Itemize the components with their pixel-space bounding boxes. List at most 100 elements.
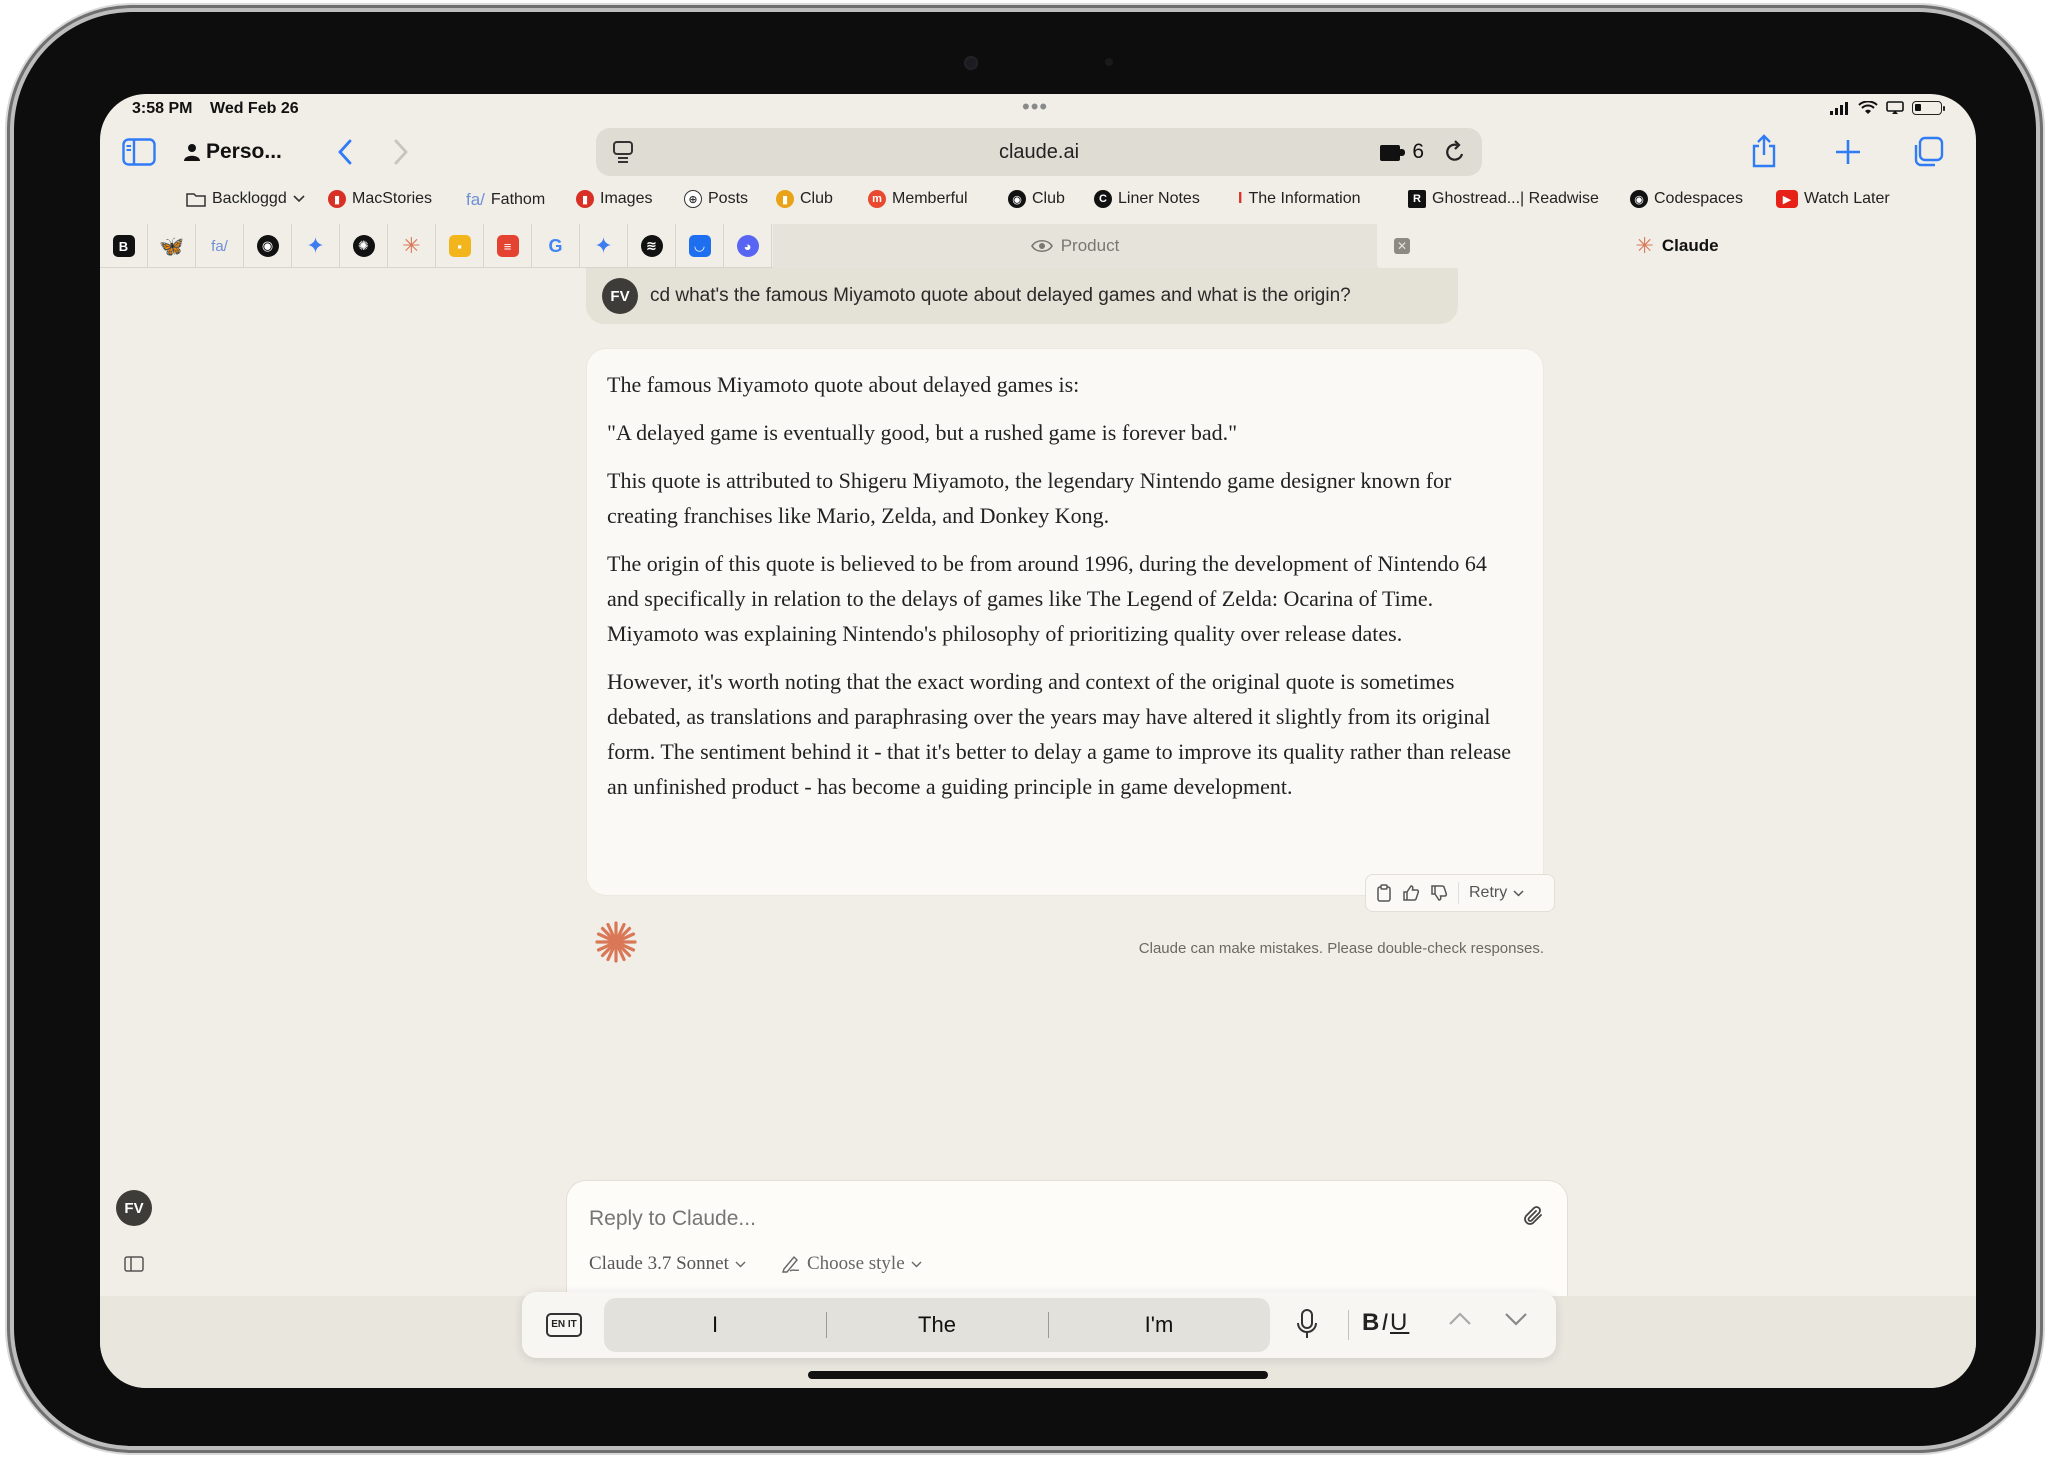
language-switch-button[interactable]: EN IT	[546, 1313, 582, 1337]
microphone-icon[interactable]	[1296, 1308, 1318, 1340]
app-icon: ◡	[688, 235, 711, 257]
pinned-tab-backloggd[interactable]: B	[100, 224, 148, 268]
reply-paragraph: This quote is attributed to Shigeru Miya…	[607, 468, 1452, 528]
chevron-right-icon	[394, 139, 408, 165]
pinned-tab-gemini[interactable]: ✦	[292, 224, 340, 268]
tabs-icon	[1914, 136, 1944, 167]
tab-overview-button[interactable]	[1912, 136, 1944, 168]
pinned-tab-google[interactable]: G	[532, 224, 580, 268]
favorite-club-github[interactable]: ◉ Club	[1008, 190, 1065, 208]
pinned-tab-bluesky[interactable]: 🦋	[148, 224, 196, 268]
model-selector[interactable]: Claude 3.7 Sonnet	[589, 1253, 746, 1275]
thumbs-up-icon[interactable]	[1402, 884, 1420, 902]
pinned-tab-app[interactable]: ◡	[676, 224, 724, 268]
extensions-button[interactable]: 6	[1380, 140, 1424, 164]
pinned-tab-todoist[interactable]: ≡	[484, 224, 532, 268]
favorite-images[interactable]: ▮ Images	[576, 190, 652, 208]
favorite-club[interactable]: ▮ Club	[776, 190, 833, 208]
retry-label: Retry	[1469, 884, 1508, 901]
reply-paragraph: The famous Miyamoto quote about delayed …	[607, 372, 1080, 397]
favorite-memberful[interactable]: m Memberful	[868, 190, 968, 208]
favorite-watch-later[interactable]: ▶ Watch Later	[1776, 190, 1890, 208]
new-tab-button[interactable]	[1834, 138, 1862, 166]
pinned-tab-github[interactable]: ◉	[244, 224, 292, 268]
favorite-codespaces[interactable]: ◉ Codespaces	[1630, 190, 1743, 208]
sparkle-icon: ✦	[306, 233, 325, 258]
pinned-tab-discord[interactable]: ◕	[724, 224, 772, 268]
screen-mirroring-icon	[1886, 101, 1904, 114]
battery-icon	[1912, 101, 1945, 115]
text-format-button[interactable]: BIU	[1362, 1309, 1409, 1337]
favorite-fathom[interactable]: fa/ Fathom	[466, 190, 545, 210]
google-icon: G	[548, 235, 563, 256]
user-message: FV cd what's the famous Miyamoto quote a…	[586, 268, 1458, 324]
claude-icon: ✳	[1635, 233, 1654, 258]
back-button[interactable]	[336, 138, 354, 166]
status-date: Wed Feb 26	[210, 100, 299, 117]
forward-button[interactable]	[392, 138, 410, 166]
status-icons	[1830, 101, 1945, 115]
share-icon	[1752, 134, 1776, 168]
tab-label: Claude	[1661, 236, 1719, 255]
favorite-readwise[interactable]: R Ghostread...| Readwise	[1408, 190, 1599, 208]
pinned-tab-claude[interactable]: ✳	[388, 224, 436, 268]
prediction-2[interactable]: The	[826, 1312, 1048, 1338]
multitasking-dots-icon[interactable]: •••	[1022, 94, 1048, 120]
favorite-label: Liner Notes	[1118, 190, 1200, 207]
pinned-tab-fathom[interactable]: fa/	[196, 224, 244, 268]
sparkle-icon: ✦	[594, 233, 613, 258]
stack-icon: ≋	[640, 235, 663, 257]
github-icon: ◉	[256, 235, 279, 257]
favorite-label: The Information	[1248, 190, 1361, 207]
retry-button[interactable]: Retry	[1469, 884, 1524, 902]
github-icon: ◉	[1008, 190, 1026, 208]
prediction-3[interactable]: I'm	[1048, 1312, 1270, 1338]
pinned-tab-database[interactable]: ≋	[628, 224, 676, 268]
tab-product[interactable]: Product	[773, 224, 1377, 268]
favorite-label: MacStories	[352, 190, 433, 207]
tab-claude[interactable]: ✳ Claude	[1378, 224, 1976, 268]
prediction-1[interactable]: I	[604, 1312, 826, 1338]
fathom-icon: fa/	[466, 190, 485, 209]
eye-icon	[1030, 239, 1053, 253]
address-bar[interactable]: claude.ai 6	[596, 128, 1482, 176]
sidebar-toggle-icon[interactable]	[122, 138, 156, 166]
favorite-posts[interactable]: ⊕ Posts	[684, 190, 748, 208]
reply-input[interactable]	[589, 1207, 1469, 1231]
pinned-tab-chatgpt[interactable]: ✺	[340, 224, 388, 268]
sidebar-avatar[interactable]: FV	[116, 1190, 152, 1226]
close-tab-icon[interactable]: ✕	[1394, 238, 1410, 254]
reload-icon[interactable]	[1444, 140, 1466, 164]
status-bar: 3:58 PM Wed Feb 26 •••	[100, 94, 1976, 124]
pinned-tab-gemini-2[interactable]: ✦	[580, 224, 628, 268]
avatar: FV	[602, 278, 638, 314]
thumbs-down-icon[interactable]	[1430, 884, 1448, 902]
wifi-icon	[1858, 101, 1878, 114]
light-sensor	[1105, 58, 1113, 66]
todoist-icon: ≡	[496, 235, 519, 257]
favorite-backloggd[interactable]: Backloggd	[186, 190, 305, 208]
chevron-down-icon	[911, 1261, 922, 1267]
profile-button[interactable]: Perso...	[184, 140, 282, 164]
keyboard-shortcut-bar: EN IT I The I'm BIU	[522, 1292, 1556, 1358]
share-button[interactable]	[1750, 134, 1778, 168]
plus-icon	[1836, 140, 1860, 164]
github-icon: ◉	[1630, 190, 1648, 208]
sidebar-panel-icon[interactable]	[124, 1256, 144, 1272]
globe-icon: ⊕	[684, 190, 702, 208]
chevron-up-icon[interactable]	[1448, 1312, 1472, 1326]
chevron-down-icon	[1513, 889, 1524, 897]
paperclip-icon[interactable]	[1523, 1205, 1545, 1229]
extensions-count: 6	[1412, 140, 1424, 163]
chevron-down-icon[interactable]	[1504, 1312, 1528, 1326]
pinned-tab-notes[interactable]: ▪	[436, 224, 484, 268]
favorite-label: Ghostread...| Readwise	[1432, 190, 1599, 207]
copy-icon[interactable]	[1376, 884, 1392, 902]
style-selector[interactable]: Choose style	[781, 1253, 922, 1275]
url-text: claude.ai	[998, 141, 1080, 163]
favorite-label: Fathom	[490, 191, 546, 208]
favorite-liner-notes[interactable]: C Liner Notes	[1094, 190, 1200, 208]
assistant-reply: The famous Miyamoto quote about delayed …	[586, 348, 1544, 896]
favorite-the-information[interactable]: I The Information	[1238, 190, 1361, 208]
favorite-macstories[interactable]: ▮ MacStories	[328, 190, 432, 208]
